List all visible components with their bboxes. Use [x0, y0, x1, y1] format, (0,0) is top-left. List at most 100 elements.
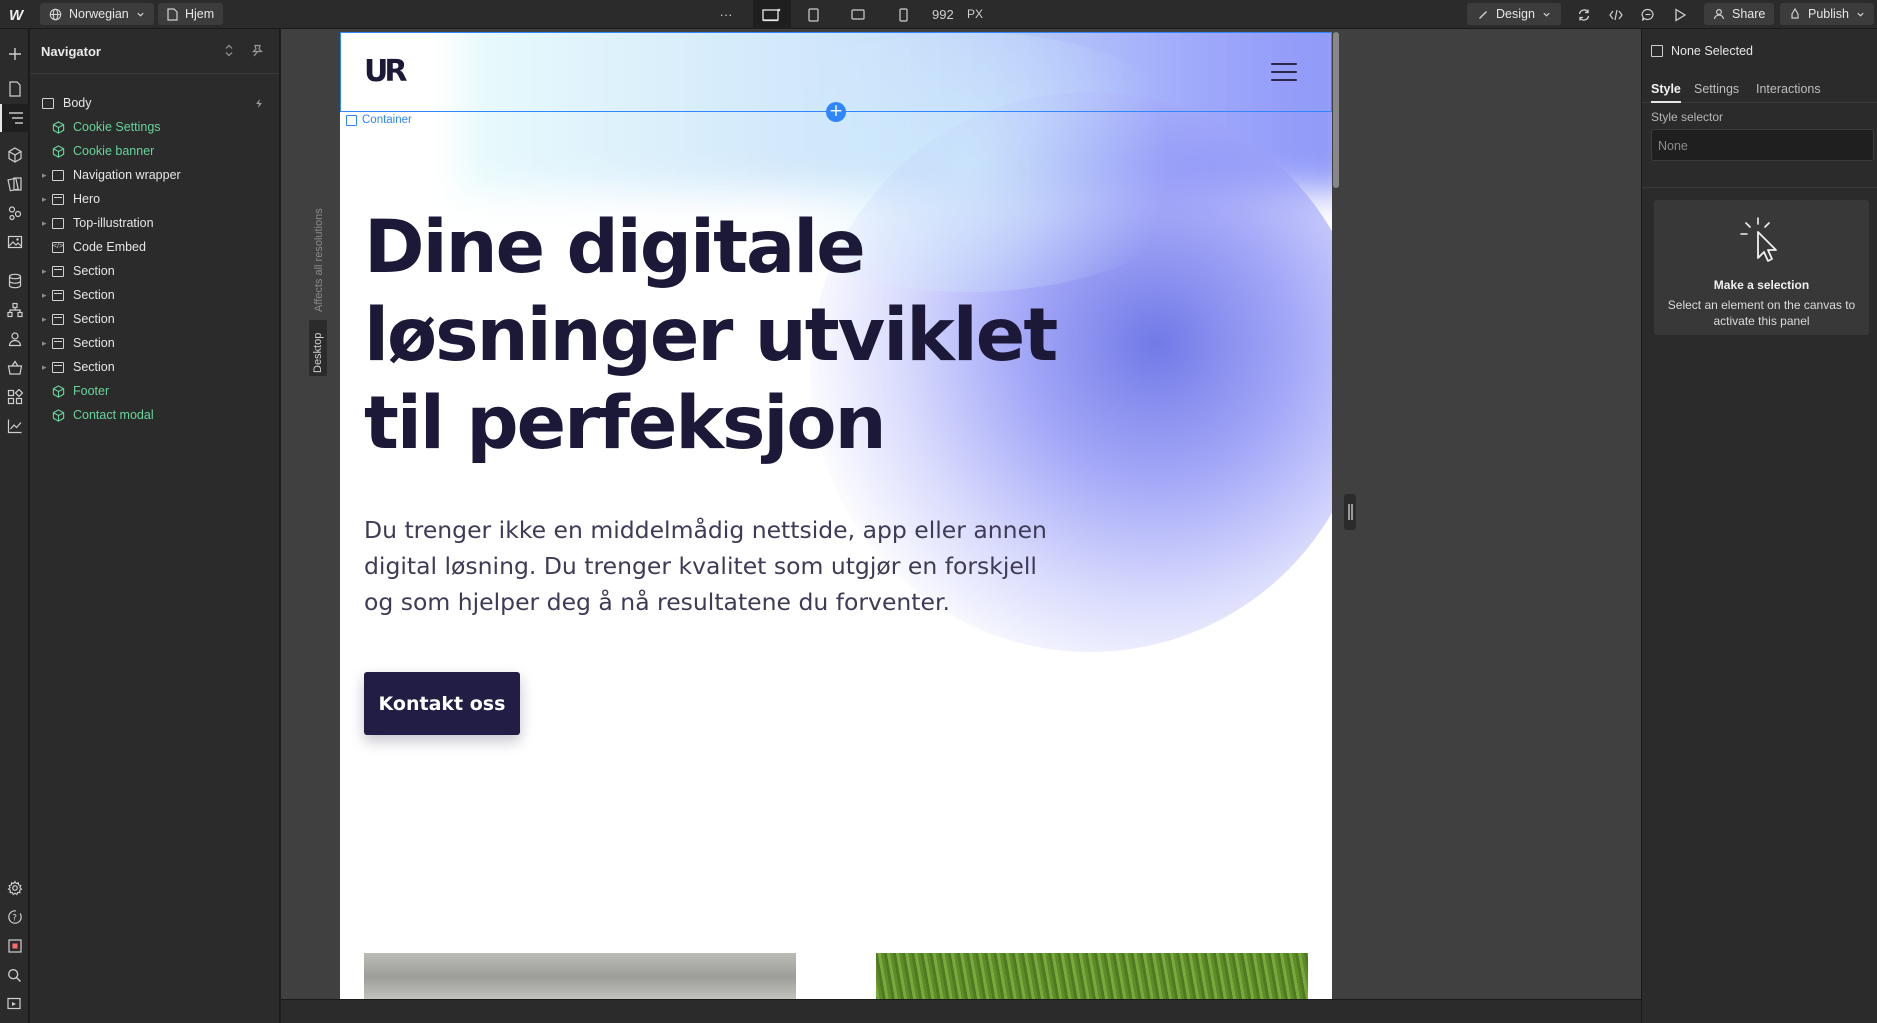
top-toolbar: W Norwegian Hjem ··· 992 PX Design Share…	[0, 0, 1877, 29]
expand-arrow-icon[interactable]: ▸	[42, 266, 52, 277]
navigator-item-label: Cookie Settings	[73, 120, 161, 134]
components-icon[interactable]	[0, 141, 29, 169]
style-selector-input[interactable]: None	[1651, 129, 1874, 161]
navigator-item[interactable]: Footer	[30, 379, 280, 403]
settings-gear-icon[interactable]	[0, 874, 29, 902]
variables-icon[interactable]	[0, 199, 29, 227]
navigator-item[interactable]: ▸ Section	[30, 283, 280, 307]
navigator-title: Navigator	[41, 44, 101, 59]
preview-play-icon[interactable]	[1664, 0, 1696, 29]
expand-arrow-icon[interactable]: ▸	[42, 362, 52, 373]
assets-image-icon[interactable]	[0, 228, 29, 256]
canvas-resize-handle[interactable]	[1344, 494, 1356, 530]
site-preview-frame[interactable]: UR + Container Dine digitale løsninger u…	[340, 32, 1332, 999]
breakpoint-mobile-icon[interactable]	[887, 0, 919, 29]
add-panel-plus-icon[interactable]	[0, 40, 29, 68]
tab-style[interactable]: Style	[1651, 82, 1681, 96]
navigator-item[interactable]: ▸ Section	[30, 259, 280, 283]
selection-state-row: None Selected	[1651, 44, 1753, 58]
navigator-item[interactable]: ▸ Hero	[30, 187, 280, 211]
contact-button[interactable]: Kontakt oss	[364, 672, 520, 735]
navigator-item[interactable]: Body	[30, 91, 280, 115]
navigator-item[interactable]: ▸ Top-illustration	[30, 211, 280, 235]
expand-arrow-icon[interactable]: ▸	[42, 314, 52, 325]
navigator-item[interactable]: </> Code Embed	[30, 235, 280, 259]
tab-interactions[interactable]: Interactions	[1756, 82, 1821, 96]
style-manager-icon[interactable]	[0, 170, 29, 198]
locale-selector[interactable]: Norwegian	[40, 3, 154, 25]
navigator-item[interactable]: ▸ Section	[30, 331, 280, 355]
hero-text[interactable]: Du trenger ikke en middelmådig nettside,…	[364, 512, 1064, 620]
navigator-item-label: Section	[73, 312, 115, 326]
publish-button[interactable]: Publish	[1780, 3, 1874, 25]
help-question-icon[interactable]: ?	[0, 903, 29, 931]
breakpoint-desktop-icon[interactable]	[753, 0, 791, 29]
navigator-item-label: Contact modal	[73, 408, 154, 422]
canvas-scrollbar[interactable]	[1333, 32, 1339, 188]
tab-settings[interactable]: Settings	[1694, 82, 1739, 96]
interaction-bolt-icon	[256, 98, 262, 108]
expand-collapse-icon[interactable]	[224, 44, 234, 57]
navigator-item[interactable]: Contact modal	[30, 403, 280, 427]
record-stop-icon[interactable]	[0, 932, 29, 960]
users-icon[interactable]	[0, 325, 29, 353]
breakpoint-desktop-badge[interactable]: Desktop	[309, 320, 327, 376]
breakpoint-landscape-icon[interactable]	[842, 0, 874, 29]
more-options-icon[interactable]: ···	[710, 0, 742, 29]
navigator-item-label: Navigation wrapper	[73, 168, 181, 182]
more-options-label: ···	[719, 7, 733, 22]
breadcrumb-bar	[281, 999, 1641, 1023]
chevron-down-icon	[1543, 12, 1550, 17]
section-icon	[52, 193, 64, 205]
webflow-logo-icon[interactable]: W	[9, 7, 27, 24]
canvas-width-value[interactable]: 992	[932, 7, 954, 22]
share-button[interactable]: Share	[1704, 3, 1775, 25]
expand-arrow-icon[interactable]: ▸	[42, 290, 52, 301]
brush-icon	[1479, 11, 1487, 19]
sync-icon[interactable]	[1568, 0, 1600, 29]
comment-icon[interactable]	[1632, 0, 1664, 29]
expand-arrow-icon[interactable]: ▸	[42, 194, 52, 205]
navigator-item[interactable]: Cookie Settings	[30, 115, 280, 139]
ecommerce-basket-icon[interactable]	[0, 354, 29, 382]
logic-flow-icon[interactable]	[0, 296, 29, 324]
navigator-icon[interactable]	[0, 104, 29, 132]
code-icon[interactable]	[1600, 0, 1632, 29]
page-selector[interactable]: Hjem	[158, 3, 224, 25]
cursor-click-icon	[1740, 217, 1777, 262]
navigator-item[interactable]: Cookie banner	[30, 139, 280, 163]
selection-label[interactable]: Container	[346, 114, 412, 126]
style-panel: None Selected Style Settings Interaction…	[1641, 29, 1877, 1023]
left-icon-rail: ?	[0, 29, 29, 1023]
breakpoint-tablet-icon[interactable]	[797, 0, 829, 29]
canvas-width-unit: PX	[967, 7, 984, 21]
hero-heading[interactable]: Dine digitale løsninger utviklet til per…	[364, 204, 1084, 468]
rocket-icon	[1791, 8, 1799, 19]
mode-label: Design	[1496, 7, 1535, 21]
cms-database-icon[interactable]	[0, 267, 29, 295]
section-icon	[52, 337, 64, 349]
apps-grid-icon[interactable]	[0, 383, 29, 411]
video-tutorial-icon[interactable]	[0, 990, 29, 1018]
component-icon	[52, 384, 65, 398]
section-image-grass	[876, 953, 1308, 999]
add-element-plus-icon[interactable]: +	[826, 102, 846, 122]
active-tab-indicator	[1651, 101, 1681, 103]
expand-arrow-icon[interactable]: ▸	[42, 170, 52, 181]
search-icon[interactable]	[0, 961, 29, 989]
expand-arrow-icon[interactable]: ▸	[42, 218, 52, 229]
navigator-item[interactable]: ▸ Section	[30, 355, 280, 379]
navigator-item-label: Code Embed	[73, 240, 146, 254]
pages-icon[interactable]	[0, 75, 29, 103]
selection-state-label: None Selected	[1671, 44, 1754, 58]
navigator-item[interactable]: ▸ Section	[30, 307, 280, 331]
element-checkbox-icon	[1651, 45, 1663, 57]
navigator-item[interactable]: ▸ Navigation wrapper	[30, 163, 280, 187]
navigator-item-label: Cookie banner	[73, 144, 155, 158]
chevron-down-icon	[1857, 12, 1864, 17]
analytics-chart-icon[interactable]	[0, 412, 29, 440]
expand-arrow-icon[interactable]: ▸	[42, 338, 52, 349]
pin-icon[interactable]	[251, 44, 263, 57]
mode-selector[interactable]: Design	[1467, 3, 1561, 25]
navigator-item-label: Top-illustration	[73, 216, 154, 230]
